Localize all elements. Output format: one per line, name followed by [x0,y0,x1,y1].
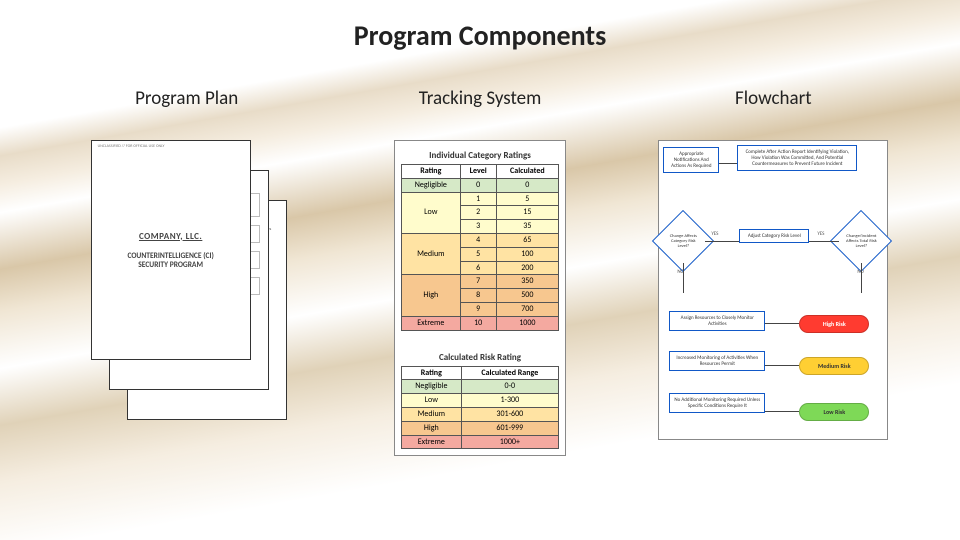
risk-pill-low: Low Risk [799,403,869,421]
col-flowchart-header: Flowchart [627,87,920,110]
columns: Program Plan UNCLASSIFIED // FOR OFFICIA… [0,87,960,456]
doc-page-front: UNCLASSIFIED // FOR OFFICIAL USE ONLY CO… [91,140,251,360]
doc-company: COMPANY, LLC. [139,231,202,242]
risk-rating-table: RatingCalculated Range Negligible0-0 Low… [401,366,559,450]
category-ratings-table: RatingLevelCalculated Negligible00 Low15… [401,164,559,331]
col-plan-header: Program Plan [40,87,333,110]
label-yes-1: YES [711,231,718,237]
risk-pill-high: High Risk [799,315,869,333]
table-header: RatingLevelCalculated [401,165,558,179]
col-tracking-header: Tracking System [333,87,626,110]
col-flowchart: Flowchart Appropriate Notifications And … [627,87,920,456]
flow-box-notify: Appropriate Notifications And Actions As… [663,147,719,173]
doc-subtitle-2: SECURITY PROGRAM [127,261,213,270]
label-yes-2: YES [817,231,824,237]
page-title: Program Components [0,0,960,53]
col-plan: Program Plan UNCLASSIFIED // FOR OFFICIA… [40,87,333,456]
slide: Program Components Program Plan UNCLASSI… [0,0,960,540]
table-header: RatingCalculated Range [401,366,558,380]
flow-box-adjust: Adjust Category Risk Level [739,229,809,243]
tracking-title-1: Individual Category Ratings [401,147,559,164]
doc-subtitle-1: COUNTERINTELLIGENCE (CI) [127,252,213,261]
flow-decision-1: Change Affects Category Risk Level? [661,219,705,263]
col-tracking: Tracking System Individual Category Rati… [333,87,626,456]
flow-box-report: Complete After Action Report Identifying… [737,145,857,171]
document-stack: UNCLASSIFIED // FOR OFFICIAL USE ONLY Ad… [87,140,287,430]
classification-front: UNCLASSIFIED // FOR OFFICIAL USE ONLY [98,144,165,149]
tracking-title-2: Calculated Risk Rating [401,349,559,366]
flowchart-panel: Appropriate Notifications And Actions As… [658,140,888,440]
flow-decision-2: Change/Incident Affects Total Risk Level… [839,219,883,263]
flow-action-med: Increased Monitoring of Activities When … [669,351,765,371]
risk-pill-med: Medium Risk [799,357,869,375]
flow-action-high: Assign Resources to Closely Monitor Acti… [669,311,765,331]
flow-action-low: No Additional Monitoring Required Unless… [669,393,765,413]
tracking-panel: Individual Category Ratings RatingLevelC… [394,140,566,456]
